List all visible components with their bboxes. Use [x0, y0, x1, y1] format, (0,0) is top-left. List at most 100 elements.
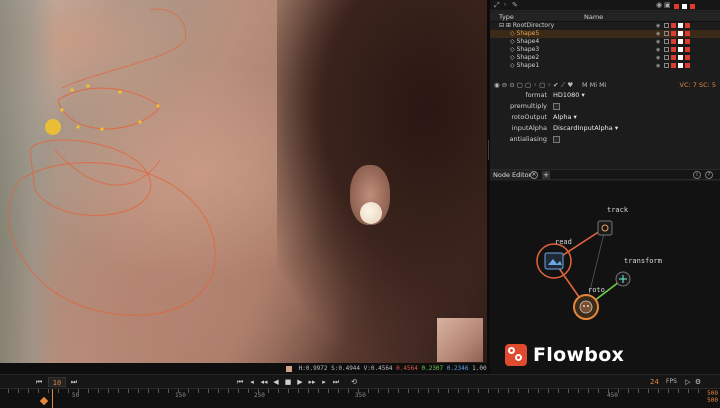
- ruler-tick: [418, 389, 419, 393]
- input-alpha-dropdown[interactable]: DiscardInputAlpha ▾: [553, 123, 618, 134]
- tree-item-shape1[interactable]: ◇ Shape1 ◉: [490, 62, 720, 70]
- row-icons[interactable]: ◉: [656, 63, 690, 69]
- ruler-tick: [568, 389, 569, 393]
- settings-icon[interactable]: ⚙: [694, 377, 702, 387]
- format-dropdown[interactable]: HD1080 ▾: [553, 90, 585, 101]
- ruler-tick: [678, 389, 679, 393]
- playhead[interactable]: [52, 389, 53, 408]
- row-icons[interactable]: ◉: [656, 47, 690, 53]
- pixel-red: 0.4564: [396, 365, 418, 372]
- fps-field[interactable]: 24: [650, 377, 664, 387]
- tool-icon[interactable]: ✎: [512, 2, 519, 9]
- first-frame-icon[interactable]: ⏮: [236, 377, 244, 387]
- ruler-tick: [608, 389, 609, 393]
- ruler-tick: [198, 389, 199, 393]
- ruler-tick: [408, 389, 409, 393]
- flowbox-wordmark: Flowbox: [533, 344, 625, 366]
- prev-key-icon[interactable]: ◂: [248, 377, 256, 387]
- color-swatch-icon[interactable]: [682, 3, 689, 10]
- node-transform[interactable]: [615, 271, 631, 287]
- tree-header-type[interactable]: Type: [499, 12, 514, 22]
- ruler-label: 450: [607, 392, 618, 399]
- play-reverse-icon[interactable]: ◀: [272, 377, 280, 387]
- right-panel: ⤢ ◦ ✎ ◉ ▣ Type Name ⊟ ⊞ RootDirectory ◉ …: [490, 0, 720, 374]
- playback-mode-icon[interactable]: ▷: [684, 377, 692, 387]
- antialiasing-checkbox[interactable]: [553, 136, 560, 143]
- prop-antialiasing: antialiasing: [490, 134, 720, 145]
- ruler-tick: [288, 389, 289, 393]
- lock-icon[interactable]: ▣: [664, 2, 671, 9]
- node-roto[interactable]: [573, 294, 599, 320]
- next-key-icon[interactable]: ▸: [320, 377, 328, 387]
- prop-antialiasing-label: antialiasing: [509, 135, 547, 143]
- ruler-tick: [108, 389, 109, 393]
- splitter-grip[interactable]: [488, 140, 489, 160]
- tool-icon[interactable]: ⤢: [494, 2, 501, 9]
- ruler-tick: [218, 389, 219, 393]
- roto-shape-jaw: [54, 149, 161, 186]
- roto-output-dropdown[interactable]: Alpha ▾: [553, 112, 577, 123]
- prop-input-alpha-label: inputAlpha: [511, 124, 547, 132]
- ruler-tick: [28, 389, 29, 393]
- premultiply-checkbox[interactable]: [553, 103, 560, 110]
- tree-item-shape4[interactable]: ◇ Shape4 ◉: [490, 38, 720, 46]
- ruler-tick: [138, 389, 139, 393]
- roto-shape-lips: [61, 8, 187, 89]
- ruler-tick: [338, 389, 339, 393]
- ruler-tick: [378, 389, 379, 393]
- color-swatch-icon[interactable]: [674, 3, 681, 10]
- go-to-start-icon[interactable]: ⏮: [35, 377, 43, 387]
- row-icons[interactable]: ◉: [656, 55, 690, 61]
- ruler-tick: [538, 389, 539, 393]
- fps-label: FPS: [666, 378, 677, 385]
- timeline-ruler[interactable]: 50 150 250 350 450 500 500: [0, 388, 720, 408]
- node-label-transform: transform: [624, 257, 662, 265]
- step-forward-icon[interactable]: ▸▸: [308, 377, 316, 387]
- prop-premultiply-label: premultiply: [509, 102, 547, 110]
- row-icons[interactable]: ◉: [656, 31, 690, 37]
- image-viewer[interactable]: [0, 0, 487, 363]
- prop-format-label: format: [525, 91, 547, 99]
- tab-node-editor[interactable]: Node Editor: [490, 170, 535, 180]
- add-tab-icon[interactable]: +: [542, 171, 550, 179]
- ruler-tick: [228, 389, 229, 393]
- in-point-marker[interactable]: [39, 396, 49, 406]
- node-track[interactable]: [597, 220, 613, 236]
- color-swatch-icon[interactable]: [690, 3, 697, 10]
- tree-item-shape2[interactable]: ◇ Shape2 ◉: [490, 54, 720, 62]
- tree-root-label: ⊟ ⊞ RootDirectory: [499, 22, 555, 29]
- tree-toolbar-text[interactable]: M Mi Mi: [582, 80, 607, 90]
- tree-item-shape5[interactable]: ◇ Shape5 ◉: [490, 30, 720, 38]
- ruler-tick: [158, 389, 159, 393]
- ruler-tick: [448, 389, 449, 393]
- properties-panel: format HD1080 ▾ premultiply rotoOutput A…: [490, 90, 720, 156]
- prop-input-alpha: inputAlpha DiscardInputAlpha ▾: [490, 123, 720, 134]
- close-tab-icon[interactable]: ×: [530, 171, 538, 179]
- ruler-tick: [188, 389, 189, 393]
- ruler-tick: [488, 389, 489, 393]
- go-to-end-icon[interactable]: ⏭: [70, 377, 78, 387]
- tree-item-shape3[interactable]: ◇ Shape3 ◉: [490, 46, 720, 54]
- ruler-tick: [238, 389, 239, 393]
- loop-icon[interactable]: ⟲: [350, 377, 358, 387]
- tree-header-name[interactable]: Name: [584, 12, 603, 22]
- roto-shapes-overlay[interactable]: [0, 0, 487, 363]
- tree-item-label: ◇ Shape3: [510, 46, 540, 53]
- current-frame-field[interactable]: 10: [48, 377, 66, 387]
- help-icon[interactable]: ?: [705, 171, 713, 179]
- ruler-tick: [698, 389, 699, 393]
- node-read[interactable]: [536, 243, 572, 279]
- play-icon[interactable]: ▶: [296, 377, 304, 387]
- pixel-color-swatch: [286, 365, 292, 372]
- row-icons[interactable]: ◉: [656, 23, 690, 29]
- visibility-icon[interactable]: ◉: [656, 2, 663, 9]
- info-icon[interactable]: i: [693, 171, 701, 179]
- tree-root[interactable]: ⊟ ⊞ RootDirectory ◉: [490, 22, 720, 30]
- roto-shape-neck: [7, 162, 216, 316]
- tree-tool-icons[interactable]: ◉ ⊖ ⊙ ▢ ▢ ◦ ▢ ◦ ✔ ⟋ ♥: [494, 80, 573, 90]
- stop-icon[interactable]: ■: [284, 377, 292, 387]
- step-back-icon[interactable]: ◂◂: [260, 377, 268, 387]
- tool-icon[interactable]: ◦: [503, 2, 510, 9]
- row-icons[interactable]: ◉: [656, 39, 690, 45]
- last-frame-icon[interactable]: ⏭: [332, 377, 340, 387]
